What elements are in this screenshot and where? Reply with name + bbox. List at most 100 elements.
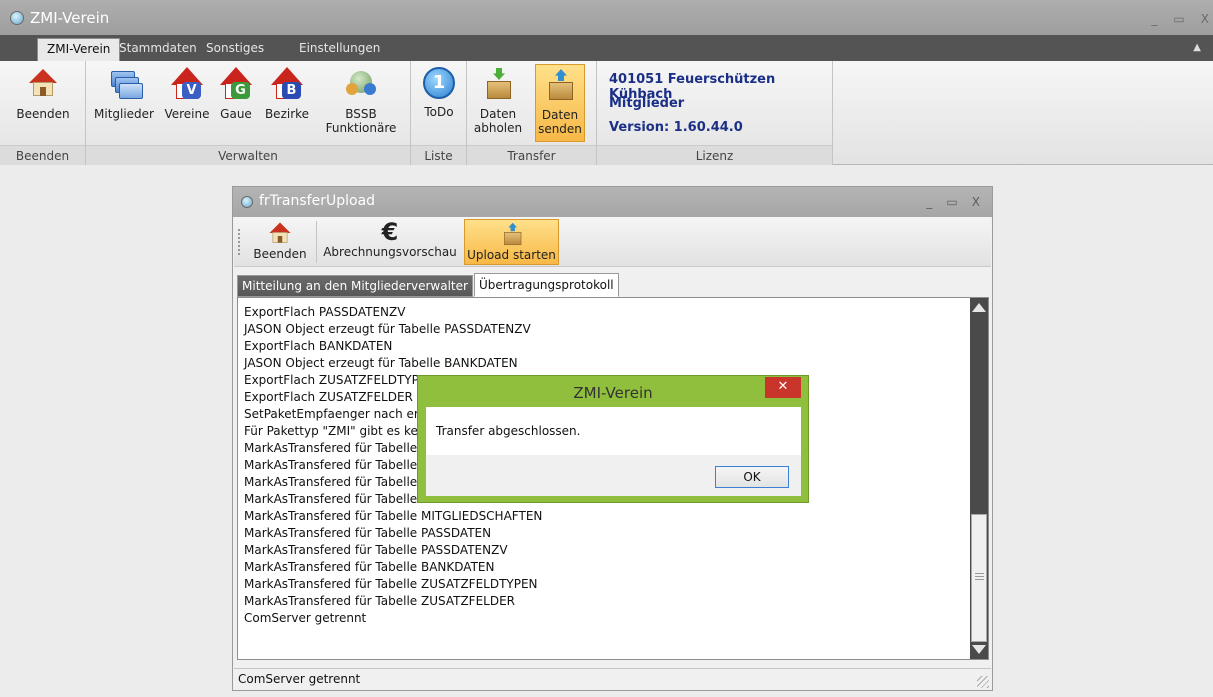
child-beenden-button[interactable]: Beenden: [248, 219, 312, 265]
dialog-close-button[interactable]: ✕: [765, 377, 801, 398]
log-line: ExportFlach ZUSATZFELDER: [244, 390, 413, 404]
status-bar: ComServer getrennt: [234, 668, 991, 690]
status-text: ComServer getrennt: [238, 672, 361, 686]
box-download-icon: [481, 67, 515, 101]
child-window-title: frTransferUpload: [259, 193, 376, 209]
license-version: Version: 1.60.44.0: [609, 120, 743, 135]
ok-button[interactable]: OK: [715, 466, 789, 488]
maximize-button[interactable]: ▭: [1173, 12, 1184, 26]
beenden-button[interactable]: Beenden: [2, 67, 84, 121]
child-beenden-label: Beenden: [253, 247, 307, 261]
bssb-label-line2: Funktionäre: [325, 121, 397, 135]
daten-senden-label2: senden: [538, 122, 582, 136]
bssb-label-line1: BSSB: [345, 107, 377, 121]
close-button[interactable]: X: [1201, 12, 1209, 26]
beenden-label: Beenden: [16, 107, 70, 121]
scroll-down-icon[interactable]: [972, 645, 986, 661]
daten-abholen-label2: abholen: [473, 121, 523, 135]
group-liste: 1 ToDo Liste: [411, 61, 467, 165]
child-app-icon: [241, 196, 253, 208]
house-icon: [26, 67, 60, 101]
group-label-verwalten: Verwalten: [86, 145, 410, 165]
mitglieder-label: Mitglieder: [94, 107, 154, 121]
toolbar-grip[interactable]: [238, 229, 240, 255]
house-v-icon: V: [170, 67, 204, 101]
vereine-label: Vereine: [164, 107, 210, 121]
window-title: ZMI-Verein: [30, 9, 110, 27]
daten-abholen-button[interactable]: Daten abholen: [473, 67, 523, 135]
euro-icon: €: [381, 218, 399, 246]
mitglieder-button[interactable]: Mitglieder: [92, 67, 156, 121]
dialog-footer: OK: [426, 455, 801, 496]
group-lizenz: 401051 Feuerschützen Kühbach Mitglieder …: [597, 61, 833, 165]
child-maximize-button[interactable]: ▭: [946, 195, 957, 209]
todo-icon: 1: [423, 67, 455, 99]
abrechnungsvorschau-label: Abrechnungsvorschau: [323, 245, 457, 259]
tab-zmi-verein[interactable]: ZMI-Verein: [37, 38, 121, 61]
house-b-icon: B: [270, 67, 304, 101]
child-window-controls: _ ▭ X: [926, 195, 980, 209]
log-line: MarkAsTransfered für Tabelle PASSDATEN: [244, 526, 492, 540]
tab-einstellungen[interactable]: Einstellungen: [299, 41, 380, 55]
scroll-up-icon[interactable]: [972, 296, 986, 312]
upload-starten-label: Upload starten: [467, 248, 556, 262]
gaue-button[interactable]: G Gaue: [216, 67, 256, 121]
log-line: MarkAsTransfered für Tabelle PASSDATENZV: [244, 543, 508, 557]
license-module: Mitglieder: [609, 96, 685, 111]
abrechnungsvorschau-button[interactable]: € Abrechnungsvorschau: [320, 219, 460, 265]
log-line: ExportFlach BANKDATEN: [244, 339, 393, 353]
log-line: MarkAsTransfered für Tabelle MITGLIEDSCH…: [244, 509, 543, 523]
daten-abholen-label1: Daten: [479, 107, 517, 121]
resize-grip-icon[interactable]: [977, 676, 989, 688]
house-g-icon: G: [219, 67, 253, 101]
bssb-funktionaere-button[interactable]: BSSB Funktionäre: [322, 67, 400, 135]
tab-mitteilung[interactable]: Mitteilung an den Mitgliederverwalter: [237, 275, 473, 297]
child-toolbar: Beenden € Abrechnungsvorschau Upload sta…: [234, 217, 991, 267]
box-upload-icon: [499, 222, 523, 246]
group-transfer: Daten abholen Daten senden Transfer: [467, 61, 597, 165]
app-icon: [10, 11, 24, 25]
log-line: MarkAsTransfered für Tabelle BANKDATEN: [244, 560, 495, 574]
group-beenden: Beenden Beenden: [0, 61, 86, 165]
scroll-thumb[interactable]: [971, 514, 987, 642]
dialog-message: Transfer abgeschlossen.: [436, 424, 581, 438]
todo-label: ToDo: [424, 105, 454, 119]
log-line: JASON Object erzeugt für Tabelle PASSDAT…: [244, 322, 531, 336]
group-label-beenden: Beenden: [0, 145, 85, 165]
group-label-transfer: Transfer: [467, 145, 596, 165]
ribbon-collapse-icon[interactable]: ▲: [1193, 42, 1201, 53]
log-line: JASON Object erzeugt für Tabelle BANKDAT…: [244, 356, 518, 370]
ribbon: Beenden Beenden Mitglieder V Vereine G G…: [0, 61, 1213, 165]
officials-icon: [344, 67, 378, 101]
toolbar-separator: [316, 221, 317, 263]
log-scrollbar[interactable]: [970, 298, 988, 659]
upload-starten-button[interactable]: Upload starten: [464, 219, 559, 265]
member-cards-icon: [107, 67, 143, 101]
vereine-button[interactable]: V Vereine: [162, 67, 212, 121]
log-line: MarkAsTransfered für Tabelle ZUSATZFELDE…: [244, 594, 515, 608]
dialog-body: Transfer abgeschlossen.: [426, 407, 801, 455]
log-line: MarkAsTransfered für Tabelle ZUSATZFELDT…: [244, 577, 538, 591]
tab-stammdaten[interactable]: Stammdaten: [119, 41, 197, 55]
bezirke-button[interactable]: B Bezirke: [262, 67, 312, 121]
todo-button[interactable]: 1 ToDo: [415, 67, 463, 119]
dialog-title: ZMI-Verein: [573, 384, 653, 402]
box-upload-icon: [543, 68, 577, 102]
tab-uebertragungsprotokoll[interactable]: Übertragungsprotokoll: [474, 273, 619, 297]
log-line: ExportFlach ZUSATZFELDTYPEN: [244, 373, 436, 387]
child-close-button[interactable]: X: [972, 195, 980, 209]
message-dialog: ZMI-Verein ✕ Transfer abgeschlossen. OK: [417, 375, 809, 503]
child-title-bar: frTransferUpload _ ▭ X: [233, 187, 992, 217]
daten-senden-button[interactable]: Daten senden: [535, 64, 585, 142]
tab-sonstiges[interactable]: Sonstiges: [206, 41, 264, 55]
log-line: ComServer getrennt: [244, 611, 367, 625]
log-line: ExportFlach PASSDATENZV: [244, 305, 406, 319]
bezirke-label: Bezirke: [264, 107, 310, 121]
house-icon: [267, 221, 293, 243]
group-verwalten: Mitglieder V Vereine G Gaue B Bezirke BS…: [86, 61, 411, 165]
child-minimize-button[interactable]: _: [926, 195, 932, 209]
minimize-button[interactable]: _: [1151, 12, 1157, 26]
ribbon-tab-bar: ZMI-Verein Stammdaten Sonstiges Einstell…: [0, 35, 1213, 61]
daten-senden-label1: Daten: [541, 108, 579, 122]
window-controls: _ ▭ X: [1151, 12, 1209, 26]
